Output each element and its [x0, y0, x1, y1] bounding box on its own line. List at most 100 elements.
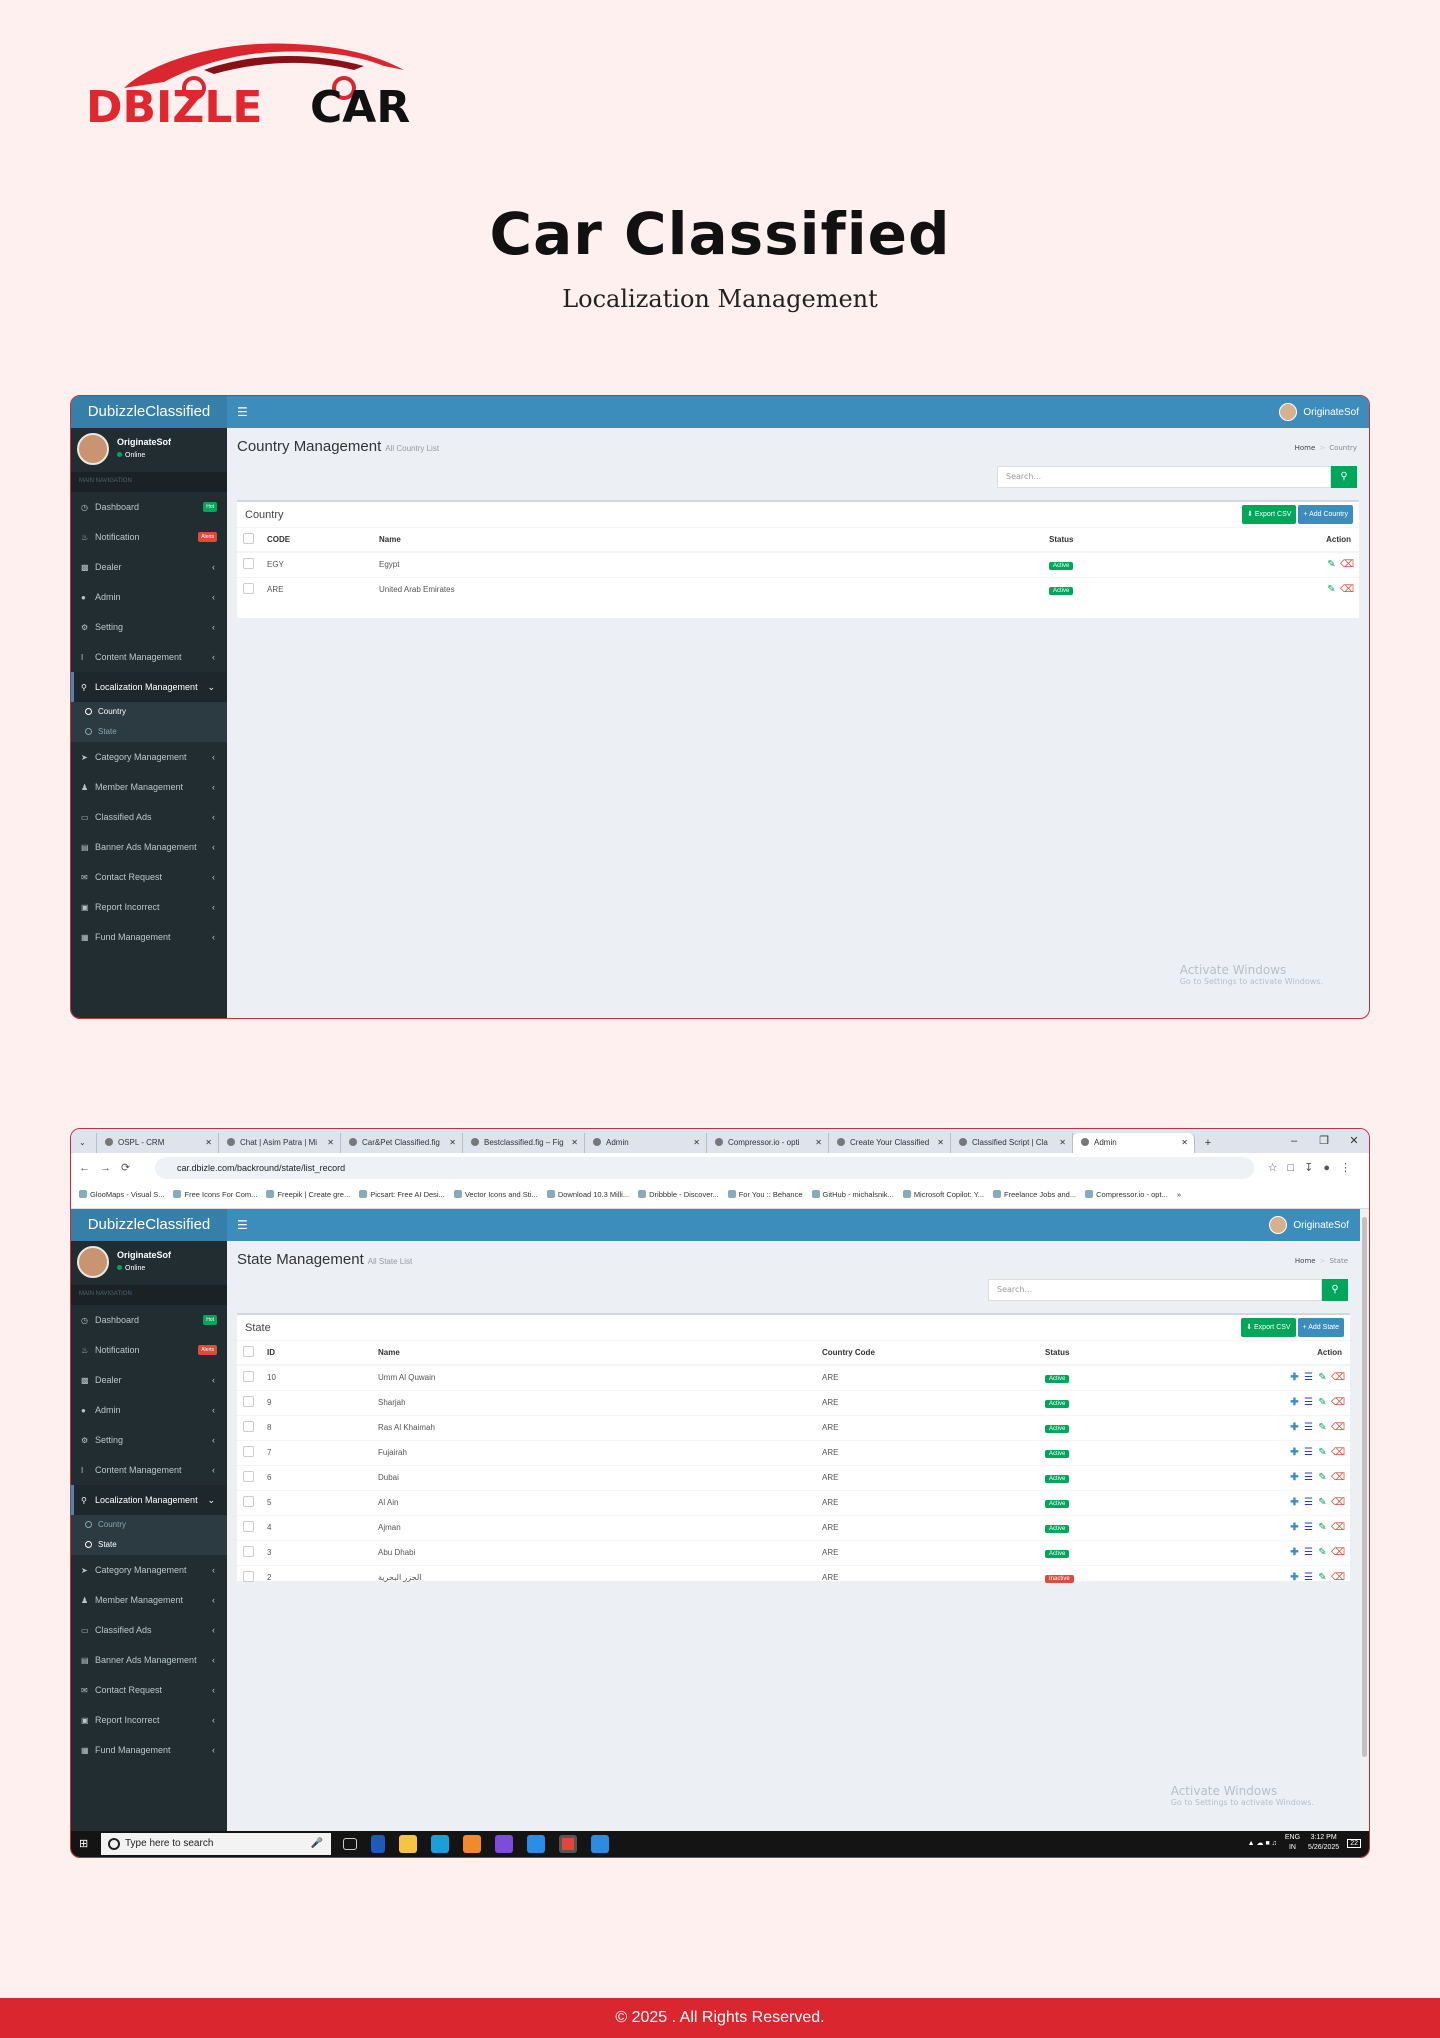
trash-icon[interactable]: ⌫: [1331, 1447, 1345, 1458]
close-tab-icon[interactable]: ✕: [693, 1133, 700, 1153]
close-tab-icon[interactable]: ✕: [205, 1133, 212, 1153]
bookmark-item[interactable]: Freelance Jobs and...: [992, 1183, 1076, 1207]
trash-icon[interactable]: ⌫: [1331, 1497, 1345, 1508]
edit-icon[interactable]: ✎: [1317, 1422, 1328, 1433]
chrome-icon[interactable]: [559, 1835, 577, 1853]
bookmark-item[interactable]: Free Icons For Com...: [173, 1183, 257, 1207]
add-country-button[interactable]: + Add Country: [1298, 505, 1353, 524]
hamburger-icon[interactable]: ☰: [237, 396, 248, 428]
sidebar-item[interactable]: ▭ Classified Ads ‹: [71, 1615, 227, 1645]
sidebar-item[interactable]: ▭ Classified Ads ‹: [71, 802, 227, 832]
row-checkbox[interactable]: [243, 1471, 254, 1482]
close-tab-icon[interactable]: ✕: [327, 1133, 334, 1153]
sidebar-item[interactable]: ♨ Notification Alerts: [71, 1335, 227, 1365]
plus-icon[interactable]: ✚: [1289, 1472, 1300, 1483]
minimize-button[interactable]: –: [1279, 1129, 1309, 1153]
trash-icon[interactable]: ⌫: [1331, 1472, 1345, 1483]
close-tab-icon[interactable]: ✕: [1059, 1133, 1066, 1153]
trash-icon[interactable]: ⌫: [1331, 1422, 1345, 1433]
close-tab-icon[interactable]: ✕: [1181, 1133, 1188, 1153]
sidebar-item[interactable]: ▣ Report Incorrect ‹: [71, 892, 227, 922]
app-icon[interactable]: [591, 1835, 609, 1853]
browser-tab[interactable]: Admin ✕: [1073, 1133, 1195, 1153]
edit-icon[interactable]: ✎: [1317, 1522, 1328, 1533]
export-csv-button[interactable]: ⬇ Export CSV: [1242, 505, 1297, 524]
bookmark-item[interactable]: Picsart: Free AI Desi...: [359, 1183, 445, 1207]
list-icon[interactable]: ☰: [1303, 1372, 1314, 1383]
sidebar-item[interactable]: ⚙ Setting ‹: [71, 612, 227, 642]
plus-icon[interactable]: ✚: [1289, 1522, 1300, 1533]
edit-icon[interactable]: ✎: [1317, 1497, 1328, 1508]
row-checkbox[interactable]: [243, 1421, 254, 1432]
sidebar-item[interactable]: ♟ Member Management ‹: [71, 1585, 227, 1615]
list-icon[interactable]: ☰: [1303, 1397, 1314, 1408]
row-checkbox[interactable]: [243, 1371, 254, 1383]
browser-tab[interactable]: Classified Script | Cla ✕: [951, 1133, 1073, 1153]
sidebar-item[interactable]: ▩ Dealer ‹: [71, 1365, 227, 1395]
more-bookmarks-icon[interactable]: »: [1177, 1183, 1181, 1207]
trash-icon[interactable]: ⌫: [1340, 559, 1354, 570]
sidebar-item[interactable]: ✉ Contact Request ‹: [71, 862, 227, 892]
sidebar-item[interactable]: ➤ Category Management ‹: [71, 1555, 227, 1585]
sidebar-item[interactable]: I Content Management ‹: [71, 1455, 227, 1485]
row-checkbox[interactable]: [243, 1521, 254, 1532]
search-button[interactable]: ⚲: [1322, 1279, 1348, 1301]
sidebar-item[interactable]: ▤ Banner Ads Management ‹: [71, 832, 227, 862]
plus-icon[interactable]: ✚: [1289, 1547, 1300, 1558]
edit-icon[interactable]: ✎: [1326, 584, 1337, 595]
sidebar-item[interactable]: ◷ Dashboard Hot: [71, 1305, 227, 1335]
edit-icon[interactable]: ✎: [1317, 1572, 1328, 1583]
close-tab-icon[interactable]: ✕: [449, 1133, 456, 1153]
browser-tab[interactable]: OSPL - CRM ✕: [97, 1133, 219, 1153]
bookmark-item[interactable]: GitHub - michalsnik...: [811, 1183, 894, 1207]
edit-icon[interactable]: ✎: [1317, 1372, 1328, 1383]
trash-icon[interactable]: ⌫: [1331, 1547, 1345, 1558]
sidebar-item[interactable]: ● Admin ‹: [71, 1395, 227, 1425]
user-menu[interactable]: OriginateSof: [1269, 1209, 1349, 1241]
export-csv-button[interactable]: ⬇ Export CSV: [1241, 1318, 1296, 1337]
bookmark-item[interactable]: Compressor.io - opt...: [1085, 1183, 1168, 1207]
app-icon[interactable]: [463, 1835, 481, 1853]
select-all-checkbox[interactable]: [243, 1346, 254, 1357]
browser-tab[interactable]: Admin ✕: [585, 1133, 707, 1153]
list-icon[interactable]: ☰: [1303, 1572, 1314, 1583]
bookmark-item[interactable]: GlooMaps - Visual S...: [79, 1183, 164, 1207]
file-explorer-icon[interactable]: [399, 1835, 417, 1853]
new-tab-button[interactable]: +: [1195, 1133, 1221, 1153]
sidebar-item[interactable]: ⚙ Setting ‹: [71, 1425, 227, 1455]
hamburger-icon[interactable]: ☰: [237, 1209, 248, 1241]
plus-icon[interactable]: ✚: [1289, 1397, 1300, 1408]
sidebar-item[interactable]: ◷ Dashboard Hot: [71, 492, 227, 522]
clock[interactable]: 3:12 PM 5/26/2025: [1308, 1833, 1339, 1853]
search-button[interactable]: ⚲: [1331, 466, 1357, 488]
bookmark-item[interactable]: Microsoft Copilot: Y...: [902, 1183, 984, 1207]
row-checkbox[interactable]: [243, 558, 254, 570]
list-icon[interactable]: ☰: [1303, 1547, 1314, 1558]
list-icon[interactable]: ☰: [1303, 1422, 1314, 1433]
edit-icon[interactable]: ✎: [1326, 559, 1337, 570]
plus-icon[interactable]: ✚: [1289, 1422, 1300, 1433]
search-input[interactable]: Search...: [988, 1279, 1322, 1301]
bookmark-item[interactable]: Download 10.3 Milli...: [546, 1183, 629, 1207]
browser-tab[interactable]: Create Your Classified ✕: [829, 1133, 951, 1153]
user-menu[interactable]: OriginateSof: [1279, 396, 1359, 428]
row-checkbox[interactable]: [243, 1571, 254, 1583]
tab-list-button[interactable]: ⌄: [71, 1133, 97, 1153]
plus-icon[interactable]: ✚: [1289, 1497, 1300, 1508]
plus-icon[interactable]: ✚: [1289, 1572, 1300, 1583]
sidebar-subitem[interactable]: Country: [71, 702, 227, 722]
trash-icon[interactable]: ⌫: [1331, 1397, 1345, 1408]
edit-icon[interactable]: ✎: [1317, 1472, 1328, 1483]
github-desktop-icon[interactable]: [495, 1835, 513, 1853]
trash-icon[interactable]: ⌫: [1331, 1572, 1345, 1583]
windows-start-icon[interactable]: ⊞: [79, 1838, 91, 1850]
sidebar-item[interactable]: ♟ Member Management ‹: [71, 772, 227, 802]
edit-icon[interactable]: ✎: [1317, 1447, 1328, 1458]
edit-icon[interactable]: ✎: [1317, 1547, 1328, 1558]
row-checkbox[interactable]: [243, 1446, 254, 1457]
system-icons[interactable]: ▲ ☁ ■ ♫: [1248, 1839, 1277, 1847]
close-tab-icon[interactable]: ✕: [937, 1133, 944, 1153]
sidebar-subitem[interactable]: Country: [71, 1515, 227, 1535]
row-checkbox[interactable]: [243, 1396, 254, 1407]
taskbar-search-input[interactable]: Type here to search 🎤: [101, 1833, 331, 1855]
